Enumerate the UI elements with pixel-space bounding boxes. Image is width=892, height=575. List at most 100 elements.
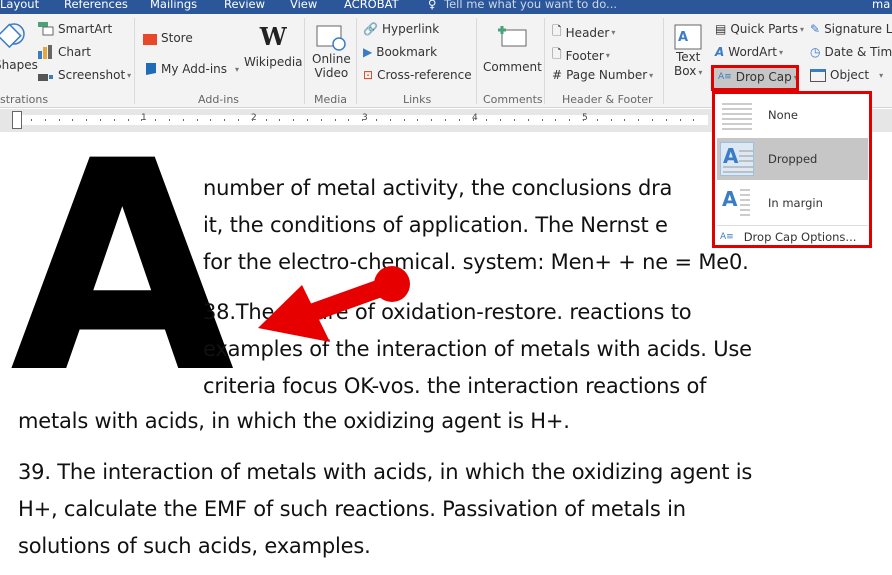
drop-cap-dropped-icon: A	[720, 142, 754, 176]
group-separator	[304, 18, 305, 104]
signature-icon: ✎	[810, 22, 821, 36]
ruler-tick	[638, 119, 640, 121]
ruler-tick	[527, 119, 529, 121]
cross-reference-button[interactable]: ⊡ Cross-reference	[363, 68, 472, 82]
shapes-button[interactable]: Shapes	[0, 22, 38, 72]
tab-review[interactable]: Review	[224, 0, 265, 11]
wikipedia-button[interactable]: W Wikipedia	[244, 22, 303, 69]
ruler-tick	[569, 119, 571, 121]
ruler-tick	[514, 119, 515, 121]
comment-button[interactable]: Comment	[483, 24, 542, 74]
hyperlink-button[interactable]: 🔗 Hyperlink	[363, 22, 439, 36]
ruler-tick	[389, 119, 391, 121]
group-label-comments: Comments	[483, 93, 543, 106]
object-button[interactable]: Object ▾	[810, 68, 883, 82]
ribbon-tab-bar: Layout References Mailings Review View A…	[0, 0, 892, 14]
menu-divider	[717, 225, 868, 226]
bookmark-button[interactable]: ▶ Bookmark	[363, 45, 437, 59]
my-addins-button[interactable]: My Add-ins ▾	[143, 62, 239, 76]
quick-parts-button[interactable]: ▤ Quick Parts ▾	[715, 22, 804, 36]
online-video-icon	[316, 25, 347, 51]
ruler-tick	[403, 119, 405, 121]
chart-button[interactable]: Chart	[38, 45, 91, 59]
user-name[interactable]: ma	[872, 0, 890, 11]
svg-text:A: A	[722, 187, 738, 211]
ruler-number: 3	[362, 113, 368, 123]
header-icon: 🗋	[552, 24, 562, 38]
svg-text:A: A	[723, 144, 739, 168]
bookmark-icon: ▶	[363, 45, 373, 59]
ruler-number: 5	[582, 113, 588, 123]
ruler-tick	[348, 119, 350, 121]
ruler-tick	[431, 119, 433, 121]
ruler-number: 2	[251, 113, 257, 123]
text-box-icon: A	[674, 24, 702, 50]
online-video-button[interactable]: Online Video	[312, 24, 351, 80]
group-separator	[134, 18, 135, 104]
group-label-header-footer: Header & Footer	[562, 93, 653, 106]
smartart-icon	[38, 22, 54, 36]
ruler-tick	[679, 119, 681, 121]
store-button[interactable]: Store	[143, 31, 193, 45]
ruler-tick	[238, 119, 239, 121]
arrow-tail-circle	[374, 266, 410, 302]
lightbulb-icon: ♀	[428, 0, 437, 11]
wordart-icon: A	[715, 45, 725, 59]
tab-acrobat[interactable]: ACROBAT	[344, 0, 399, 11]
smartart-button[interactable]: SmartArt	[38, 22, 112, 36]
ruler-tick	[362, 119, 364, 121]
ruler-tick	[376, 119, 377, 121]
ruler-tick	[251, 119, 253, 121]
tab-mailings[interactable]: Mailings	[150, 0, 197, 11]
ruler-tick	[665, 119, 667, 121]
group-separator	[476, 18, 477, 104]
shapes-icon	[0, 23, 25, 49]
tab-layout[interactable]: Layout	[0, 0, 39, 11]
page-number-icon: #	[552, 68, 563, 82]
text-box-button[interactable]: A Text Box ▾	[674, 24, 702, 78]
group-label-links: Links	[403, 93, 432, 106]
ruler-tick	[610, 119, 612, 121]
svg-text:A: A	[678, 30, 688, 45]
screenshot-button[interactable]: Screenshot ▾	[38, 68, 131, 82]
ruler-tick	[334, 119, 336, 121]
ruler-tick	[320, 119, 322, 121]
ruler-tick	[224, 119, 226, 121]
drop-cap-menu: None A Dropped A In margin A≡ Drop Cap O…	[712, 91, 872, 248]
ruler-tick	[652, 119, 653, 121]
footer-button[interactable]: 🗋 Footer ▾	[552, 45, 610, 66]
ruler-tick	[555, 119, 557, 121]
drop-cap-in-margin[interactable]: A In margin	[717, 182, 868, 224]
ruler-tick	[583, 119, 584, 121]
drop-cap-options[interactable]: A≡ Drop Cap Options...	[717, 227, 868, 247]
ruler-tick	[458, 119, 460, 121]
date-time-icon: ◷	[810, 45, 821, 59]
tell-me-search[interactable]: Tell me what you want to do...	[444, 0, 617, 11]
screenshot-icon	[38, 74, 53, 81]
quick-parts-icon: ▤	[715, 22, 727, 36]
group-label-media: Media	[314, 93, 348, 106]
tab-view[interactable]: View	[290, 0, 317, 11]
wordart-button[interactable]: A WordArt ▾	[715, 45, 783, 59]
ruler-tick	[265, 119, 267, 121]
tab-references[interactable]: References	[64, 0, 128, 11]
ruler-tick	[279, 119, 281, 121]
ruler-tick	[293, 119, 295, 121]
wikipedia-icon: W	[259, 22, 287, 51]
group-separator	[356, 18, 357, 104]
signature-line-button[interactable]: ✎ Signature Li	[810, 22, 892, 36]
drop-cap-none[interactable]: None	[717, 94, 868, 136]
drop-cap-dropped[interactable]: A Dropped	[717, 138, 868, 180]
ruler-tick	[486, 119, 488, 121]
object-icon	[810, 68, 826, 82]
my-addins-icon	[146, 63, 156, 75]
date-time-button[interactable]: ◷Date & Time	[810, 45, 892, 59]
ruler-tick	[472, 119, 474, 121]
drop-cap-highlight	[711, 65, 799, 91]
group-separator	[544, 18, 545, 104]
ruler-tick	[693, 119, 695, 121]
footer-icon: 🗋	[552, 47, 562, 61]
header-button[interactable]: 🗋 Header ▾	[552, 22, 615, 43]
ruler-number: 4	[472, 113, 478, 123]
page-number-button[interactable]: # Page Number ▾	[552, 68, 653, 82]
